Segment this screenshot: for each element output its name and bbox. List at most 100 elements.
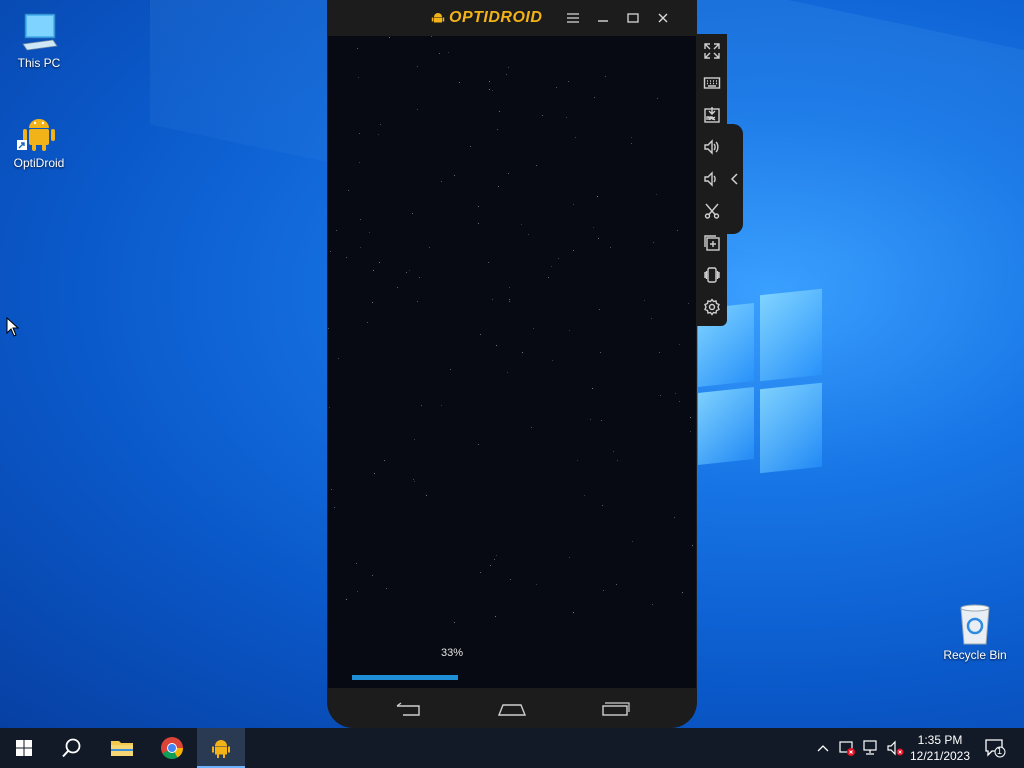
star — [610, 247, 611, 248]
star — [397, 287, 398, 288]
star — [417, 109, 418, 110]
star — [542, 115, 543, 116]
action-center-button[interactable]: 1 — [980, 728, 1010, 768]
screenshot-button[interactable] — [700, 199, 724, 223]
settings-gear-icon — [704, 298, 720, 316]
star — [657, 98, 658, 99]
volume-up-button[interactable] — [700, 135, 724, 159]
android-nav-bar — [327, 688, 697, 728]
taskbar-chrome[interactable] — [148, 728, 196, 768]
star — [389, 37, 390, 38]
star — [569, 330, 570, 331]
star — [644, 300, 645, 301]
star — [593, 227, 594, 228]
desktop-icon-recycle-bin[interactable]: Recycle Bin — [939, 602, 1011, 662]
star — [492, 90, 493, 91]
multi-instance-button[interactable] — [700, 231, 724, 255]
taskbar-optidroid[interactable] — [197, 728, 245, 768]
install-apk-button[interactable] — [700, 103, 724, 127]
star — [357, 591, 358, 592]
star — [659, 352, 660, 353]
taskbar-search-button[interactable] — [48, 728, 96, 768]
settings-button[interactable] — [700, 295, 724, 319]
close-button[interactable] — [653, 9, 673, 27]
clock[interactable]: 1:35 PM 12/21/2023 — [906, 732, 974, 764]
home-button[interactable] — [494, 698, 530, 720]
menu-button[interactable] — [563, 9, 583, 27]
notification-icon — [985, 739, 1006, 758]
star — [552, 360, 553, 361]
volume-up-icon — [704, 139, 719, 155]
back-button[interactable] — [391, 698, 427, 720]
star — [674, 517, 675, 518]
recycle-bin-icon — [953, 602, 997, 646]
star — [613, 451, 614, 452]
star — [660, 395, 661, 396]
star — [601, 420, 602, 421]
star — [478, 444, 479, 445]
minimize-button[interactable] — [593, 9, 613, 27]
volume-down-icon — [704, 171, 716, 187]
star — [367, 322, 368, 323]
show-hidden-icons[interactable] — [812, 728, 834, 768]
window-titlebar[interactable]: OPTIDROID — [327, 0, 697, 36]
star — [497, 129, 498, 130]
star — [470, 146, 471, 147]
taskbar-file-explorer[interactable] — [98, 728, 146, 768]
fullscreen-icon — [704, 43, 720, 59]
desktop-icon-this-pc[interactable]: This PC — [3, 10, 75, 70]
star — [584, 495, 585, 496]
collapse-toolbar-tab[interactable] — [727, 124, 743, 234]
clock-time: 1:35 PM — [917, 733, 963, 747]
search-icon — [62, 738, 81, 758]
star — [528, 234, 529, 235]
network-tray-icon[interactable] — [860, 728, 882, 768]
fullscreen-button[interactable] — [700, 39, 724, 63]
keyboard-button[interactable] — [700, 71, 724, 95]
star — [603, 590, 604, 591]
star — [496, 345, 497, 346]
shake-icon — [704, 267, 720, 283]
shake-button[interactable] — [700, 263, 724, 287]
chrome-icon — [161, 737, 183, 759]
star — [413, 479, 414, 480]
star — [359, 133, 360, 134]
loading-progress-fill — [352, 675, 458, 680]
star — [592, 388, 593, 389]
star — [498, 186, 499, 187]
star — [328, 328, 329, 329]
star — [448, 52, 449, 53]
emulator-side-toolbar — [697, 34, 727, 326]
notification-count: 1 — [997, 746, 1003, 756]
volume-down-button[interactable] — [700, 167, 724, 191]
file-explorer-icon — [111, 741, 133, 756]
star — [548, 277, 549, 278]
star — [360, 219, 361, 220]
star — [373, 270, 374, 271]
star — [577, 460, 578, 461]
star — [454, 622, 455, 623]
volume-tray-icon[interactable] — [884, 728, 906, 768]
star — [617, 460, 618, 461]
star — [331, 489, 332, 490]
recent-apps-button[interactable] — [597, 698, 633, 720]
desktop-icon-optidroid[interactable]: OptiDroid — [3, 110, 75, 170]
home-icon — [497, 704, 527, 716]
loading-percent: 33% — [441, 647, 464, 659]
star — [688, 303, 689, 304]
star — [419, 277, 420, 278]
maximize-button[interactable] — [623, 9, 643, 27]
star — [536, 584, 537, 585]
star — [590, 419, 591, 420]
star — [602, 505, 603, 506]
android-screen[interactable]: 33% — [328, 36, 696, 688]
star — [605, 76, 606, 77]
chevron-left-icon — [730, 173, 738, 185]
star — [359, 162, 360, 163]
keyboard-icon — [703, 77, 721, 89]
security-tray-icon[interactable] — [836, 728, 858, 768]
star — [348, 190, 349, 191]
star — [412, 213, 413, 214]
start-button[interactable] — [0, 728, 48, 768]
star — [679, 344, 680, 345]
